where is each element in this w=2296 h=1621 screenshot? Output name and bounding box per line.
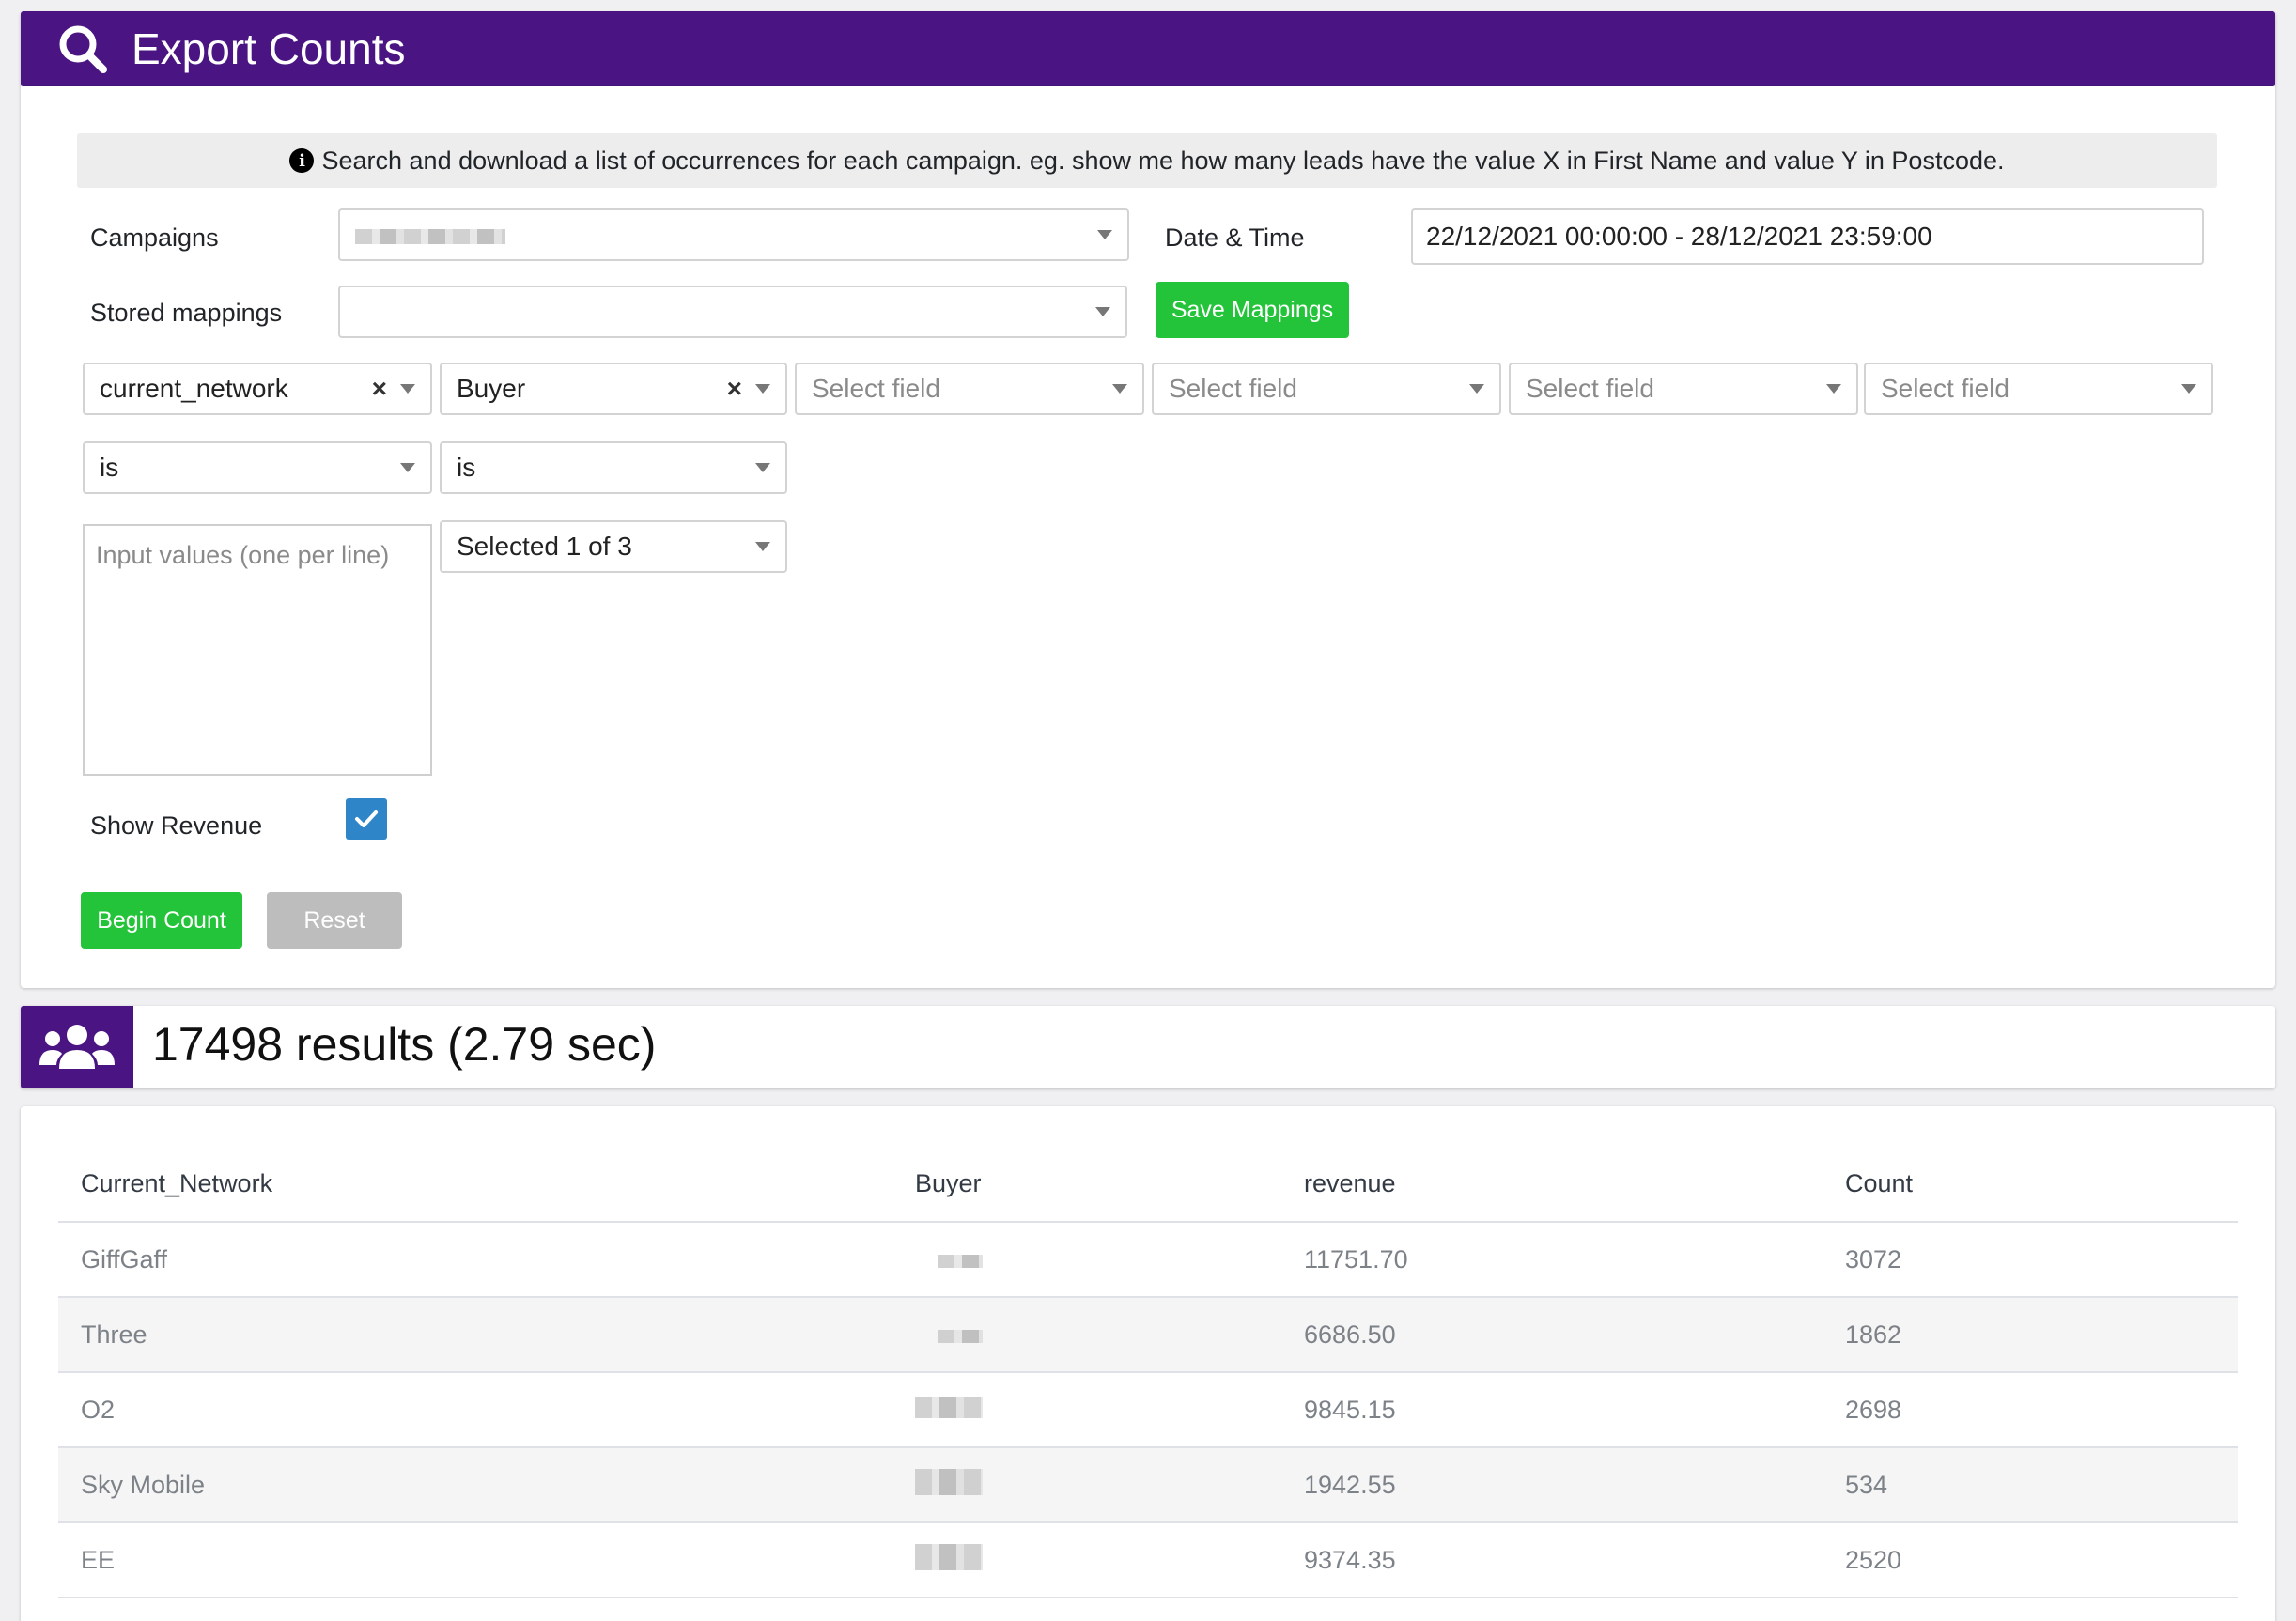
campaigns-select[interactable]	[338, 208, 1129, 261]
network-cell: EE	[58, 1522, 892, 1598]
check-icon	[355, 810, 378, 827]
chevron-down-icon	[400, 463, 415, 472]
chevron-down-icon	[1469, 384, 1484, 394]
count-cell: 1862	[1823, 1297, 2238, 1373]
buyer-cell	[892, 1447, 1281, 1523]
network-cell: GiffGaff	[58, 1222, 892, 1298]
chevron-down-icon	[755, 384, 770, 394]
search-icon	[59, 25, 107, 73]
table-row: EE 9374.35 2520	[58, 1522, 2238, 1598]
values-textarea[interactable]: Input values (one per line)	[83, 524, 432, 776]
redacted-buyer	[915, 1397, 983, 1418]
reset-button[interactable]: Reset	[267, 892, 402, 949]
datetime-input[interactable]: 22/12/2021 00:00:00 - 28/12/2021 23:59:0…	[1411, 208, 2204, 265]
buyer-cell	[892, 1222, 1281, 1298]
buyer-cell	[892, 1522, 1281, 1598]
field-select-4[interactable]: Select field	[1152, 363, 1501, 415]
table-row: Sky Mobile 1942.55 534	[58, 1447, 2238, 1523]
buyer-cell	[892, 1297, 1281, 1373]
operator-select-2[interactable]: is	[440, 441, 787, 494]
chevron-down-icon	[1097, 230, 1112, 239]
save-mappings-button[interactable]: Save Mappings	[1156, 282, 1349, 338]
table-row: GiffGaff 11751.70 3072	[58, 1222, 2238, 1298]
buyer-cell	[892, 1372, 1281, 1448]
chevron-down-icon	[755, 463, 770, 472]
column-header-network[interactable]: Current_Network	[58, 1147, 892, 1223]
count-cell: 534	[1823, 1447, 2238, 1523]
revenue-cell: 11751.70	[1281, 1222, 1823, 1298]
table-row: Three 6686.50 1862	[58, 1297, 2238, 1373]
redacted-campaign	[355, 228, 505, 244]
network-cell: Three	[58, 1297, 892, 1373]
count-cell: 2698	[1823, 1372, 2238, 1448]
revenue-cell: 6686.50	[1281, 1297, 1823, 1373]
info-text: Search and download a list of occurrence…	[321, 146, 2005, 175]
page-title: Export Counts	[132, 24, 406, 73]
field-select-3[interactable]: Select field	[795, 363, 1144, 415]
field-select-1[interactable]: current_network ×	[83, 363, 432, 415]
page-header: Export Counts	[21, 11, 2275, 86]
results-table: Current_Network Buyer revenue Count Giff…	[58, 1147, 2238, 1598]
chevron-down-icon	[2181, 384, 2196, 394]
redacted-buyer	[915, 1468, 983, 1495]
column-header-buyer[interactable]: Buyer	[892, 1147, 1281, 1223]
operator-select-1[interactable]: is	[83, 441, 432, 494]
revenue-cell: 9374.35	[1281, 1522, 1823, 1598]
chevron-down-icon	[1826, 384, 1841, 394]
field-select-2[interactable]: Buyer ×	[440, 363, 787, 415]
clear-icon[interactable]: ×	[372, 374, 387, 404]
stored-mappings-select[interactable]	[338, 286, 1127, 338]
show-revenue-label: Show Revenue	[90, 811, 263, 840]
stored-mappings-label: Stored mappings	[90, 299, 283, 327]
chevron-down-icon	[1095, 307, 1110, 316]
chevron-down-icon	[755, 542, 770, 551]
results-summary: 17498 results (2.79 sec)	[152, 1018, 657, 1071]
field-select-5[interactable]: Select field	[1509, 363, 1858, 415]
field-select-6[interactable]: Select field	[1864, 363, 2213, 415]
chevron-down-icon	[400, 384, 415, 394]
redacted-buyer	[938, 1329, 983, 1343]
chevron-down-icon	[1112, 384, 1127, 394]
network-cell: O2	[58, 1372, 892, 1448]
count-cell: 2520	[1823, 1522, 2238, 1598]
table-row: O2 9845.15 2698	[58, 1372, 2238, 1448]
network-cell: Sky Mobile	[58, 1447, 892, 1523]
begin-count-button[interactable]: Begin Count	[81, 892, 242, 949]
revenue-cell: 9845.15	[1281, 1372, 1823, 1448]
results-icon-box	[21, 1006, 133, 1088]
campaigns-label: Campaigns	[90, 224, 219, 252]
show-revenue-checkbox[interactable]	[346, 798, 387, 840]
info-icon: i	[289, 148, 315, 173]
info-banner: i Search and download a list of occurren…	[77, 133, 2217, 188]
column-header-count[interactable]: Count	[1823, 1147, 2238, 1223]
redacted-buyer	[938, 1254, 983, 1268]
datetime-label: Date & Time	[1165, 224, 1305, 252]
values-multi-select[interactable]: Selected 1 of 3	[440, 520, 787, 573]
redacted-buyer	[915, 1543, 983, 1570]
revenue-cell: 1942.55	[1281, 1447, 1823, 1523]
count-cell: 3072	[1823, 1222, 2238, 1298]
clear-icon[interactable]: ×	[727, 374, 742, 404]
users-icon	[39, 1025, 115, 1069]
column-header-revenue[interactable]: revenue	[1281, 1147, 1823, 1223]
